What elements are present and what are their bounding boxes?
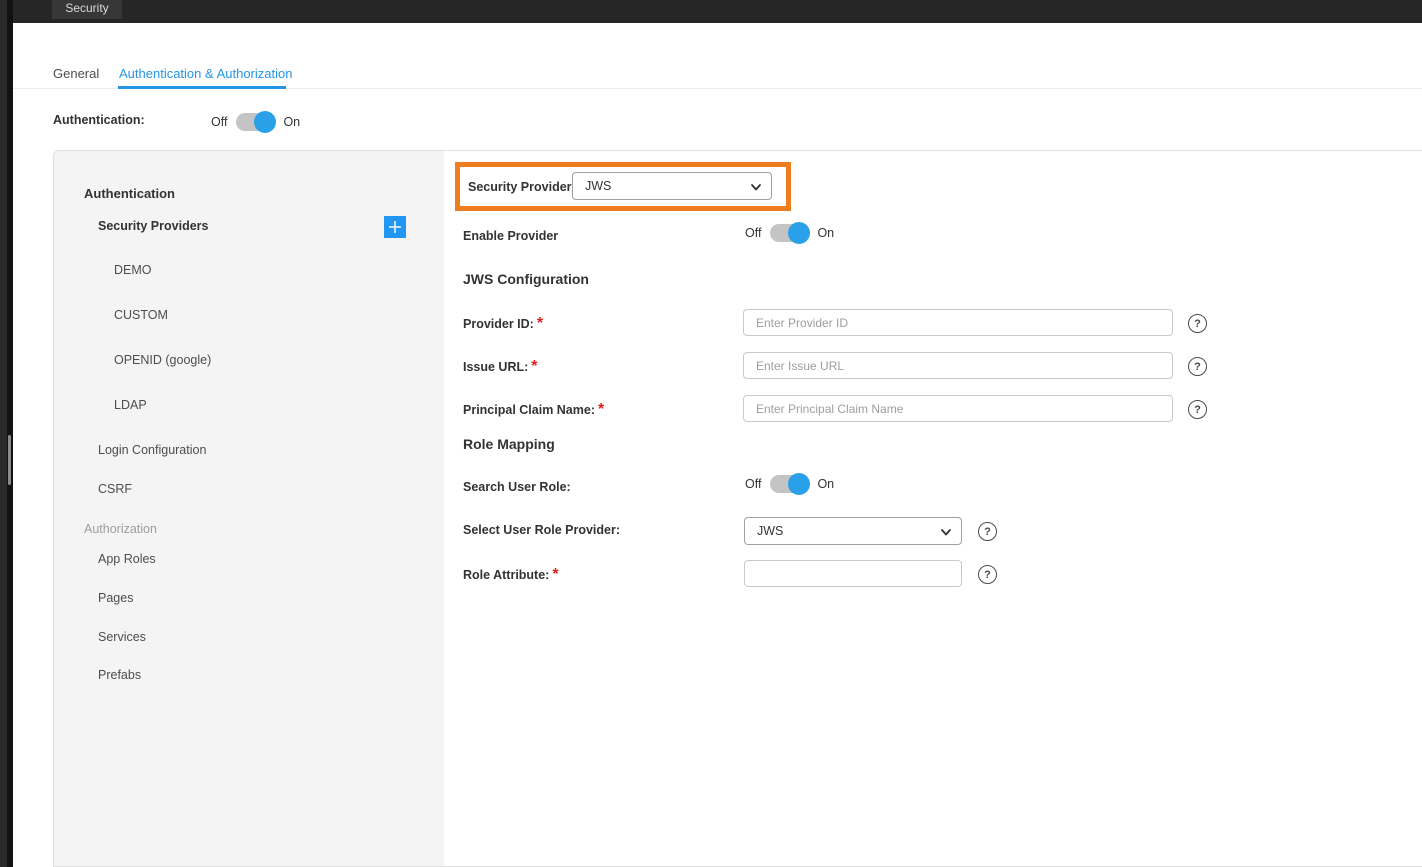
toggle-switch[interactable] — [236, 113, 274, 131]
help-icon[interactable]: ? — [1188, 314, 1207, 333]
sidebar-heading-authorization: Authorization — [84, 522, 157, 536]
left-edge-scroll-track — [7, 0, 13, 867]
toggle-knob — [788, 222, 810, 244]
left-edge-panel — [0, 0, 7, 867]
security-provider-select[interactable]: JWS — [572, 172, 772, 200]
authentication-label: Authentication: — [53, 113, 145, 127]
highlight-box: Security Provider JWS — [455, 162, 791, 211]
security-window-tab[interactable]: Security — [52, 0, 122, 19]
user-role-provider-select[interactable]: JWS — [744, 517, 962, 545]
toggle-on-label: On — [817, 477, 834, 491]
security-window-tab-label: Security — [65, 1, 108, 15]
sidebar-item-openid-google[interactable]: OPENID (google) — [114, 353, 211, 367]
provider-id-label: Provider ID:* — [463, 315, 543, 333]
chevron-down-icon — [940, 526, 952, 538]
toggle-knob — [254, 111, 276, 133]
authentication-toggle[interactable]: Off On — [211, 111, 300, 133]
required-marker: * — [552, 566, 558, 583]
security-sidebar: Authentication Security Providers DEMO C… — [54, 151, 444, 866]
toggle-knob — [788, 473, 810, 495]
toggle-off-label: Off — [745, 226, 761, 240]
tab-general[interactable]: General — [53, 66, 99, 81]
role-mapping-heading: Role Mapping — [463, 436, 555, 452]
chevron-down-icon — [750, 181, 762, 193]
sidebar-item-custom[interactable]: CUSTOM — [114, 308, 168, 322]
principal-claim-name-label: Principal Claim Name:* — [463, 401, 604, 419]
toggle-off-label: Off — [745, 477, 761, 491]
help-icon[interactable]: ? — [978, 522, 997, 541]
toggle-on-label: On — [283, 115, 300, 129]
sidebar-item-pages[interactable]: Pages — [98, 591, 133, 605]
security-provider-label: Security Provider — [468, 180, 572, 194]
toggle-switch[interactable] — [770, 475, 808, 493]
sidebar-item-ldap[interactable]: LDAP — [114, 398, 147, 412]
help-icon[interactable]: ? — [1188, 357, 1207, 376]
sidebar-item-demo[interactable]: DEMO — [114, 263, 152, 277]
toggle-switch[interactable] — [770, 224, 808, 242]
issue-url-label: Issue URL:* — [463, 358, 538, 376]
role-attribute-label: Role Attribute:* — [463, 566, 559, 584]
top-bar: Security — [13, 0, 1422, 23]
sidebar-item-authentication[interactable]: Authentication — [84, 186, 175, 201]
sidebar-item-security-providers[interactable]: Security Providers — [98, 219, 208, 233]
role-attribute-input[interactable] — [744, 560, 962, 587]
security-settings-panel: Authentication Security Providers DEMO C… — [53, 150, 1422, 867]
required-marker: * — [598, 401, 604, 418]
sidebar-item-prefabs[interactable]: Prefabs — [98, 668, 141, 682]
search-user-role-label: Search User Role: — [463, 480, 571, 494]
required-marker: * — [537, 315, 543, 332]
select-user-role-provider-label: Select User Role Provider: — [463, 523, 620, 537]
help-icon[interactable]: ? — [978, 565, 997, 584]
enable-provider-toggle[interactable]: Off On — [745, 222, 834, 244]
tab-authentication-authorization[interactable]: Authentication & Authorization — [119, 66, 292, 81]
provider-config-area: Security Provider JWS Enable Provider Of… — [444, 151, 1422, 866]
required-marker: * — [531, 358, 537, 375]
search-user-role-toggle[interactable]: Off On — [745, 473, 834, 495]
enable-provider-label: Enable Provider — [463, 229, 558, 243]
sidebar-item-csrf[interactable]: CSRF — [98, 482, 132, 496]
user-role-provider-value: JWS — [757, 524, 783, 538]
active-tab-underline — [118, 86, 286, 89]
help-icon[interactable]: ? — [1188, 400, 1207, 419]
sidebar-item-app-roles[interactable]: App Roles — [98, 552, 156, 566]
toggle-off-label: Off — [211, 115, 227, 129]
principal-claim-name-input[interactable] — [743, 395, 1173, 422]
left-scrollbar-thumb[interactable] — [8, 435, 11, 485]
toggle-on-label: On — [817, 226, 834, 240]
issue-url-input[interactable] — [743, 352, 1173, 379]
security-provider-value: JWS — [585, 179, 611, 193]
jws-configuration-heading: JWS Configuration — [463, 271, 589, 287]
plus-icon — [388, 220, 402, 234]
add-provider-button[interactable] — [384, 216, 406, 238]
sidebar-item-services[interactable]: Services — [98, 630, 146, 644]
sidebar-item-login-configuration[interactable]: Login Configuration — [98, 443, 206, 457]
provider-id-input[interactable] — [743, 309, 1173, 336]
